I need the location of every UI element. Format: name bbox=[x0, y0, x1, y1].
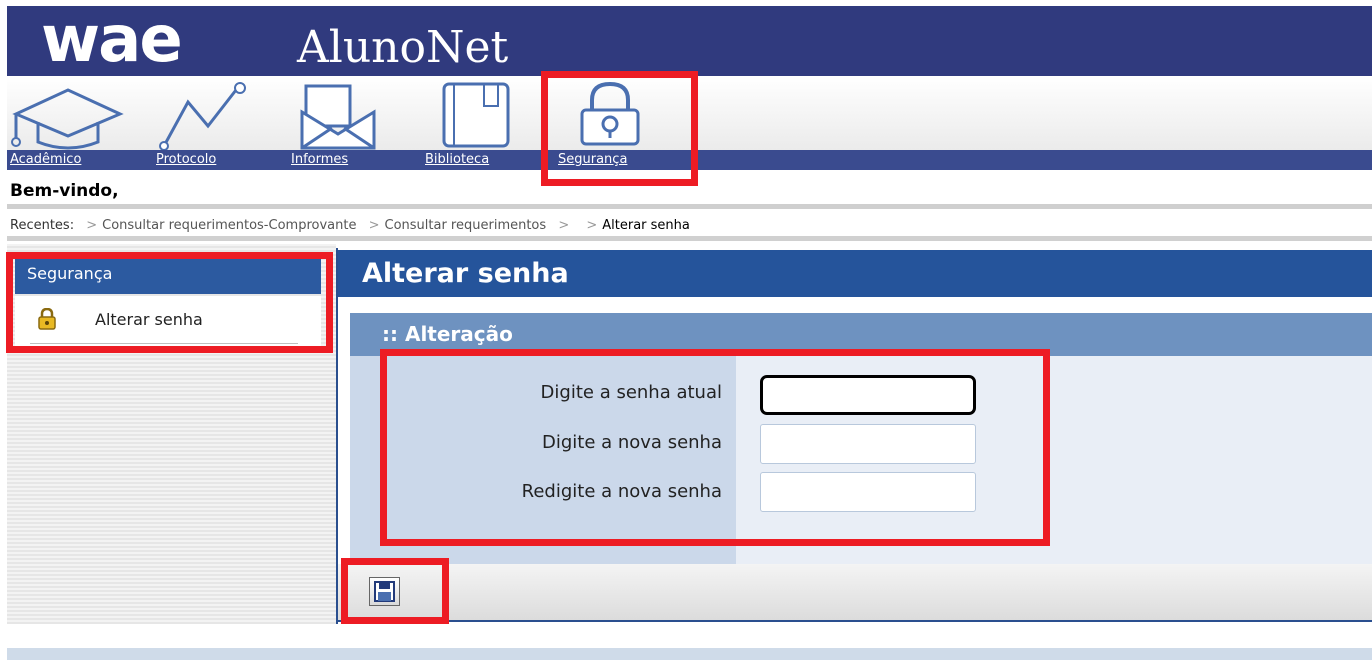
divider bbox=[7, 236, 1372, 241]
nav-informes[interactable]: Informes bbox=[291, 152, 348, 168]
breadcrumb-label: Recentes: bbox=[10, 218, 75, 233]
new-password-label: Digite a nova senha bbox=[541, 432, 722, 453]
current-password-label: Digite a senha atual bbox=[540, 382, 722, 403]
form-toolbar bbox=[338, 564, 1372, 620]
breadcrumb-item[interactable]: Consultar requerimentos bbox=[385, 218, 547, 233]
page-title: Alterar senha bbox=[338, 250, 1372, 297]
new-password-input[interactable] bbox=[760, 424, 976, 464]
breadcrumb-current: Alterar senha bbox=[602, 218, 690, 233]
graduation-cap-icon[interactable] bbox=[8, 80, 128, 150]
section-title: :: Alteração bbox=[350, 313, 1372, 356]
divider bbox=[30, 343, 298, 344]
confirm-password-input[interactable] bbox=[760, 472, 976, 512]
wae-logo: wae bbox=[41, 6, 183, 76]
breadcrumb-separator: > bbox=[558, 218, 570, 233]
divider bbox=[338, 620, 1372, 622]
nav-academico[interactable]: Acadêmico bbox=[10, 152, 81, 168]
divider bbox=[7, 204, 1372, 209]
floppy-disk-icon bbox=[374, 581, 395, 602]
breadcrumb-separator: > bbox=[586, 218, 598, 233]
breadcrumb: Recentes: > Consultar requerimentos-Compr… bbox=[10, 216, 690, 236]
book-icon[interactable] bbox=[438, 80, 518, 150]
breadcrumb-item[interactable]: Consultar requerimentos-Comprovante bbox=[102, 218, 356, 233]
current-password-input[interactable] bbox=[760, 375, 976, 415]
footer-bar bbox=[7, 648, 1372, 660]
nav-protocolo[interactable]: Protocolo bbox=[156, 152, 216, 168]
nav-seguranca[interactable]: Segurança bbox=[558, 152, 627, 168]
lock-icon bbox=[38, 308, 56, 330]
sidebar-title: Segurança bbox=[15, 254, 321, 294]
save-button[interactable] bbox=[369, 577, 400, 606]
breadcrumb-separator: > bbox=[86, 218, 98, 233]
app-name: AlunoNet bbox=[297, 22, 509, 73]
line-graph-icon[interactable] bbox=[158, 80, 248, 150]
confirm-password-label: Redigite a nova senha bbox=[521, 481, 722, 502]
sidebar-item-label: Alterar senha bbox=[95, 310, 203, 329]
app-header: wae AlunoNet bbox=[7, 6, 1372, 76]
sidebar-item-alterar-senha[interactable]: Alterar senha bbox=[15, 296, 321, 346]
welcome-text: Bem-vindo, bbox=[10, 181, 119, 201]
envelope-icon[interactable] bbox=[298, 80, 378, 150]
nav-biblioteca[interactable]: Biblioteca bbox=[425, 152, 489, 168]
padlock-icon[interactable] bbox=[576, 80, 646, 148]
breadcrumb-separator: > bbox=[368, 218, 380, 233]
